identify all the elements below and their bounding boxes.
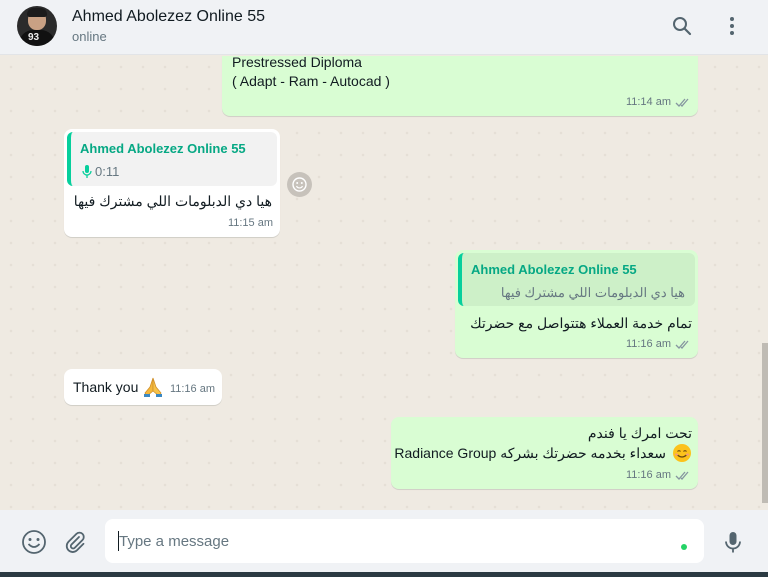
folded-hands-icon — [144, 377, 163, 397]
message-bubble-incoming[interactable]: Thank you 11:16 am — [64, 369, 222, 405]
message-meta: 11:16 am — [626, 466, 691, 485]
message-meta: 11:14 am — [626, 93, 691, 112]
contact-status: online — [72, 29, 107, 44]
avatar-jersey-number: 93 — [28, 32, 40, 43]
message-line: ( Adapt - Ram - Autocad ) — [232, 73, 390, 89]
message-time: 11:16 am — [169, 383, 215, 395]
message-time: 11:16 am — [625, 338, 671, 350]
chat-header: 93 Ahmed Abolezez Online 55 online — [0, 0, 768, 55]
message-meta: 11:15 am — [228, 214, 273, 233]
quoted-message[interactable]: Ahmed Abolezez Online 55 هيا دي الدبلوما… — [458, 253, 695, 306]
message-bubble-incoming[interactable]: Ahmed Abolezez Online 55 0:11 هيا دي الد… — [64, 129, 280, 237]
quote-author: Ahmed Abolezez Online 55 — [80, 141, 246, 156]
text-caret — [118, 531, 119, 551]
message-bubble-outgoing[interactable]: تحت امرك يا فندم سعداء بخدمه حضرتك بشركه… — [391, 417, 698, 489]
quote-author: Ahmed Abolezez Online 55 — [471, 262, 637, 277]
message-composer — [0, 510, 768, 572]
smiling-face-icon — [673, 444, 691, 462]
message-input[interactable] — [105, 519, 704, 563]
avatar-hair — [27, 8, 47, 17]
read-ticks-icon — [675, 471, 689, 480]
voice-duration: 0:11 — [95, 164, 120, 179]
read-ticks-icon — [675, 340, 689, 349]
message-bubble-outgoing[interactable]: Ahmed Abolezez Online 55 هيا دي الدبلوما… — [455, 250, 698, 358]
message-text: Prestressed Diploma ( Adapt - Ram - Auto… — [232, 56, 390, 91]
smiley-icon — [292, 177, 307, 192]
contact-avatar[interactable]: 93 — [17, 6, 57, 46]
window-bottom-edge — [0, 572, 768, 577]
message-text: تمام خدمة العملاء هتتواصل مع حضرتك — [470, 315, 692, 331]
status-dot — [681, 544, 687, 550]
message-time: 11:14 am — [625, 96, 671, 108]
message-text: Thank you — [73, 377, 164, 397]
message-line: Thank you — [73, 378, 139, 395]
read-ticks-icon — [675, 98, 689, 107]
message-line: تحت امرك يا فندم — [587, 425, 692, 441]
chat-scrollbar[interactable] — [762, 343, 768, 503]
emoji-icon[interactable] — [21, 529, 47, 555]
quote-text: هيا دي الدبلومات اللي مشترك فيها — [500, 285, 685, 300]
message-meta: 11:16 am — [170, 380, 215, 399]
message-time: 11:15 am — [227, 217, 273, 229]
contact-name[interactable]: Ahmed Abolezez Online 55 — [72, 8, 265, 26]
message-line: سعداء بخدمه حضرتك بشركه Radiance Group — [394, 444, 666, 461]
message-bubble-outgoing[interactable]: Prestressed Diploma ( Adapt - Ram - Auto… — [222, 56, 698, 116]
message-meta: 11:16 am — [626, 335, 691, 354]
message-text: سعداء بخدمه حضرتك بشركه Radiance Group — [394, 443, 692, 463]
chat-panel[interactable]: Prestressed Diploma ( Adapt - Ram - Auto… — [0, 56, 768, 510]
microphone-icon — [82, 164, 92, 178]
search-icon[interactable] — [670, 14, 694, 38]
quoted-message[interactable]: Ahmed Abolezez Online 55 0:11 — [67, 132, 277, 186]
quote-voice-note: 0:11 — [82, 162, 119, 181]
attach-icon[interactable] — [62, 529, 88, 555]
message-text: هيا دي الدبلومات اللي مشترك فيها — [73, 193, 272, 209]
menu-icon[interactable] — [720, 14, 744, 38]
message-time: 11:16 am — [625, 469, 671, 481]
reaction-button[interactable] — [287, 172, 312, 197]
message-line: Prestressed Diploma — [232, 56, 362, 70]
microphone-icon[interactable] — [720, 529, 746, 555]
